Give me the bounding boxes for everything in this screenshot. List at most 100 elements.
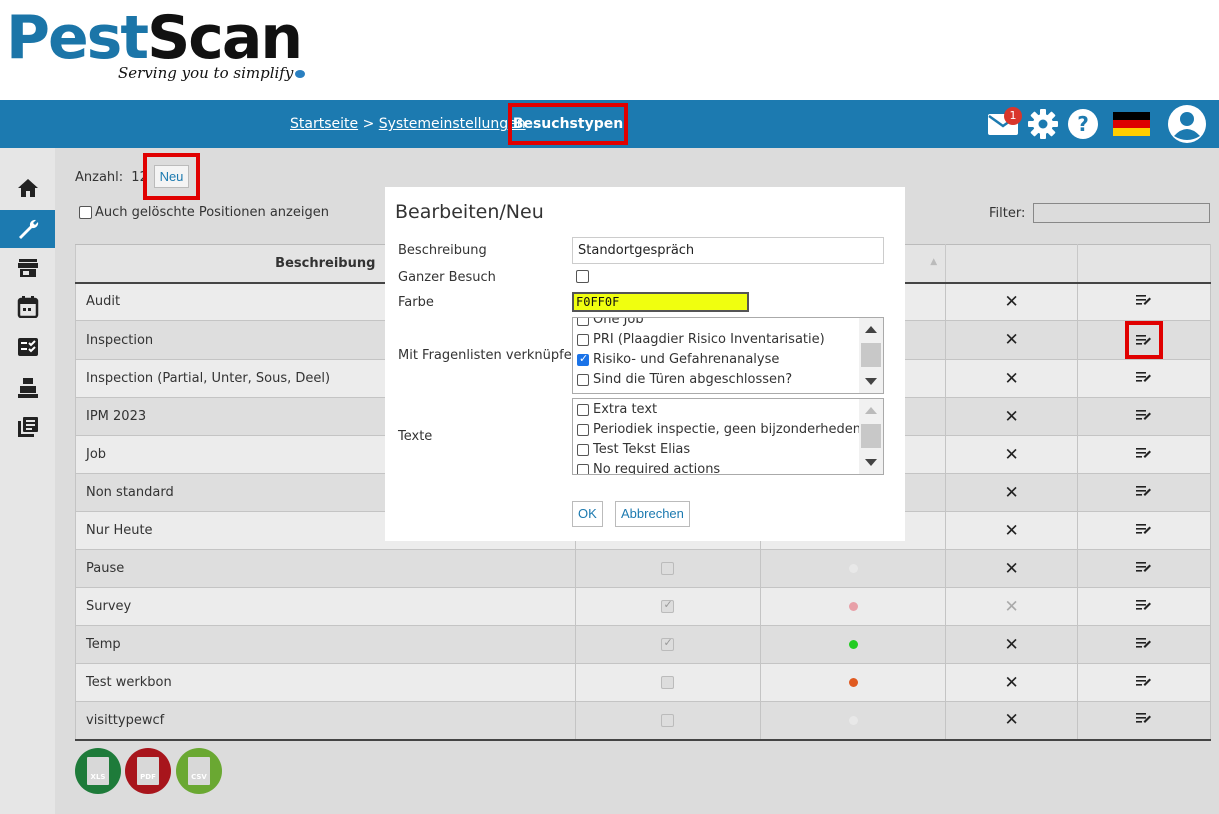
sidebar-library-icon[interactable] <box>0 408 55 446</box>
delete-icon[interactable]: ✕ <box>1005 292 1019 312</box>
delete-icon[interactable]: ✕ <box>1005 330 1019 350</box>
edit-icon[interactable] <box>1136 485 1152 501</box>
export-pdf-icon[interactable]: PDF <box>125 748 171 794</box>
edit-icon[interactable] <box>1136 561 1152 577</box>
logo-text-scan: Scan <box>147 3 303 73</box>
questionnaire-option[interactable]: Risiko- und Gefahrenanalyse <box>577 352 779 367</box>
delete-icon[interactable]: ✕ <box>1005 407 1019 427</box>
text-option[interactable]: No required actions <box>577 462 720 474</box>
delete-icon[interactable]: ✕ <box>1005 710 1019 730</box>
table-row[interactable]: visittypewcf ✕ <box>75 701 1211 741</box>
row-delete-cell: ✕ <box>945 511 1079 550</box>
row-whole-visit <box>574 663 762 702</box>
questionnaire-option[interactable]: Sind die Türen abgeschlossen? <box>577 372 792 387</box>
edit-icon[interactable] <box>1136 675 1152 691</box>
filter-label: Filter: <box>989 206 1026 221</box>
mail-icon[interactable]: 1 <box>987 107 1022 140</box>
delete-icon[interactable]: ✕ <box>1005 559 1019 579</box>
delete-icon[interactable]: ✕ <box>1005 597 1019 617</box>
row-delete-cell: ✕ <box>945 625 1079 664</box>
mail-badge: 1 <box>1004 107 1022 125</box>
dialog-title: Bearbeiten/Neu <box>395 201 544 223</box>
row-description: Pause <box>75 549 576 588</box>
delete-icon[interactable]: ✕ <box>1005 673 1019 693</box>
edit-icon[interactable] <box>1136 371 1152 387</box>
help-icon[interactable]: ? <box>1067 108 1099 144</box>
filter-input[interactable] <box>1033 203 1210 223</box>
whole-visit-checkbox <box>661 562 675 575</box>
edit-icon[interactable] <box>1136 637 1152 653</box>
sidebar-store-icon[interactable] <box>0 249 55 287</box>
sidebar-register-icon[interactable] <box>0 369 55 407</box>
row-edit-cell <box>1077 435 1211 474</box>
breadcrumb-settings-link[interactable]: Systemeinstellungen <box>379 116 526 132</box>
color-dot <box>848 678 858 687</box>
gear-icon[interactable] <box>1027 108 1059 144</box>
edit-icon[interactable] <box>1125 321 1164 359</box>
new-button[interactable]: Neu <box>153 165 190 188</box>
table-row[interactable]: Survey ✕ <box>75 587 1211 626</box>
questionnaires-scrollbar[interactable] <box>859 318 883 393</box>
cancel-button[interactable]: Abbrechen <box>615 501 690 527</box>
delete-icon[interactable]: ✕ <box>1005 635 1019 655</box>
sidebar-home-icon[interactable] <box>0 169 55 207</box>
edit-icon[interactable] <box>1136 447 1152 463</box>
text-option[interactable]: Test Tekst Elias <box>577 442 690 457</box>
description-input[interactable]: Standortgespräch <box>572 237 884 264</box>
sidebar-wrench-icon[interactable] <box>0 210 55 248</box>
color-label: Farbe <box>398 295 434 310</box>
export-csv-icon[interactable]: CSV <box>176 748 222 794</box>
edit-icon[interactable] <box>1136 294 1152 310</box>
row-delete-cell: ✕ <box>945 397 1079 436</box>
edit-icon[interactable] <box>1136 599 1152 615</box>
row-whole-visit <box>574 587 762 626</box>
description-label: Beschreibung <box>398 243 487 258</box>
row-delete-cell: ✕ <box>945 549 1079 588</box>
table-row[interactable]: Pause ✕ <box>75 549 1211 588</box>
row-delete-cell: ✕ <box>945 282 1079 321</box>
logo-text-pest: Pest <box>6 3 149 73</box>
show-deleted-label: Auch gelöschte Positionen anzeigen <box>95 205 329 220</box>
sidebar-checklist-icon[interactable] <box>0 328 55 366</box>
table-row[interactable]: Test werkbon ✕ <box>75 663 1211 702</box>
edit-icon[interactable] <box>1136 523 1152 539</box>
whole-visit-checkbox <box>661 713 675 727</box>
text-option[interactable]: Periodiek inspectie, geen bijzonderheden <box>577 422 861 437</box>
delete-icon[interactable]: ✕ <box>1005 483 1019 503</box>
questionnaire-option[interactable]: PRI (Plaagdier Risico Inventarisatie) <box>577 332 825 347</box>
row-delete-cell: ✕ <box>945 663 1079 702</box>
breadcrumb-home-link[interactable]: Startseite <box>290 116 358 132</box>
pestscan-logo: PestScan Serving you to simplify <box>6 6 306 94</box>
user-avatar-icon[interactable] <box>1167 104 1207 148</box>
breadcrumb: Startseite > Systemeinstellungen <box>290 116 526 132</box>
column-header-edit <box>1077 244 1211 284</box>
questionnaires-listbox[interactable]: One Job PRI (Plaagdier Risico Inventaris… <box>572 317 884 394</box>
sidebar-calendar-icon[interactable] <box>0 288 55 326</box>
row-whole-visit <box>574 701 762 741</box>
logo-tagline: Serving you to simplify <box>118 64 306 82</box>
row-color <box>760 625 947 664</box>
table-row[interactable]: Temp ✕ <box>75 625 1211 664</box>
ok-button[interactable]: OK <box>572 501 603 527</box>
export-xls-icon[interactable]: XLS <box>75 748 121 794</box>
questionnaire-option[interactable]: One Job <box>577 318 644 327</box>
delete-icon[interactable]: ✕ <box>1005 369 1019 389</box>
texts-listbox[interactable]: Extra text Periodiek inspectie, geen bij… <box>572 398 884 475</box>
delete-icon[interactable]: ✕ <box>1005 521 1019 541</box>
show-deleted-checkbox[interactable] <box>79 206 92 219</box>
row-edit-cell <box>1077 663 1211 702</box>
edit-icon[interactable] <box>1136 713 1152 728</box>
edit-icon[interactable] <box>1136 409 1152 425</box>
text-option[interactable]: Extra text <box>577 402 657 417</box>
breadcrumb-current-page: Besuchstypen <box>508 103 628 145</box>
texts-scrollbar[interactable] <box>859 399 883 474</box>
row-color <box>760 549 947 588</box>
row-delete-cell: ✕ <box>945 320 1079 360</box>
row-edit-cell <box>1077 625 1211 664</box>
delete-icon[interactable]: ✕ <box>1005 445 1019 465</box>
row-color <box>760 701 947 741</box>
color-input[interactable]: F0FF0F <box>572 292 749 312</box>
whole-visit-checkbox[interactable] <box>576 270 589 283</box>
whole-visit-checkbox <box>661 598 675 613</box>
german-flag-icon[interactable] <box>1113 112 1150 140</box>
